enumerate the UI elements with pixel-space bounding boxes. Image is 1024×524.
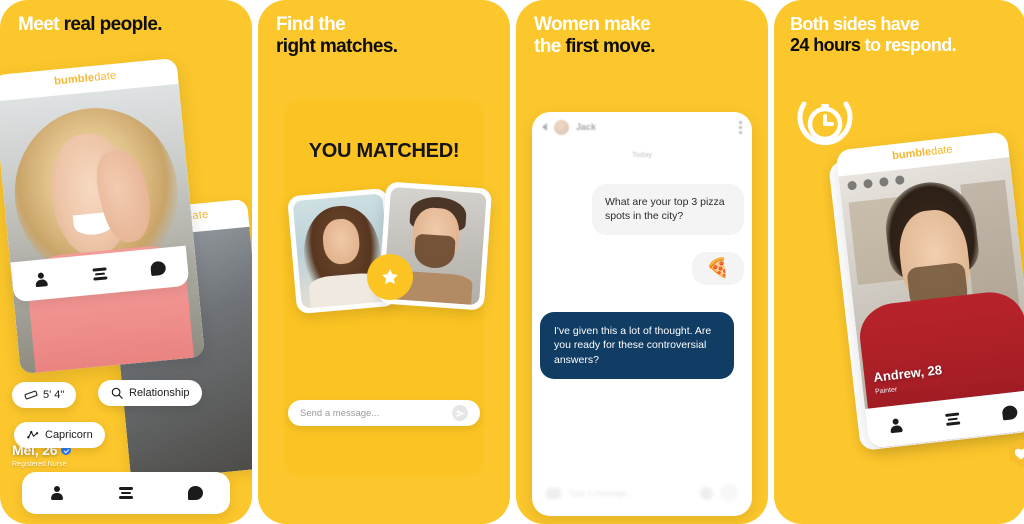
headline-bold-part: 24 hours bbox=[790, 35, 861, 56]
filter-icon[interactable] bbox=[118, 486, 134, 500]
chat-icon[interactable] bbox=[188, 486, 203, 500]
headline-bold-part: right matches. bbox=[276, 36, 398, 58]
avatar bbox=[554, 119, 569, 135]
camera-icon[interactable] bbox=[546, 487, 561, 499]
profile-card-front[interactable]: bumbledate Andrew, 28 Painter bbox=[835, 131, 1024, 449]
profile-occupation: Registered Nurse bbox=[12, 461, 67, 468]
zodiac-icon bbox=[27, 430, 39, 439]
panel3-headline: Women make the first move. bbox=[534, 14, 758, 58]
app-store-screenshot-gallery: Meet real people. bumbledate bumbledate bbox=[0, 0, 1024, 524]
panel-both-sides-24-hours: Both sides have 24 hours to respond. bum… bbox=[774, 0, 1024, 524]
headline-light-part: Both sides have bbox=[790, 14, 920, 34]
chat-input-bar[interactable]: Type a message... bbox=[538, 480, 746, 506]
search-icon bbox=[111, 387, 123, 399]
chip-relationship[interactable]: Relationship bbox=[98, 380, 202, 406]
ruler-icon bbox=[24, 390, 38, 400]
headline-light-part-2: the bbox=[534, 36, 566, 58]
chat-header: Jack bbox=[532, 112, 752, 142]
send-icon[interactable] bbox=[452, 405, 468, 421]
chat-screen: Jack Today What are your top 3 pizza spo… bbox=[532, 112, 752, 516]
chat-day-label: Today bbox=[631, 150, 652, 159]
person-icon[interactable] bbox=[49, 485, 64, 501]
filter-icon[interactable] bbox=[944, 411, 961, 427]
profile-photo bbox=[0, 83, 205, 375]
person-icon[interactable] bbox=[887, 417, 904, 434]
panel-meet-real-people: Meet real people. bumbledate bumbledate bbox=[0, 0, 252, 524]
you-matched-title: YOU MATCHED! bbox=[308, 140, 460, 162]
chat-icon[interactable] bbox=[1001, 404, 1019, 421]
panel4-headline: Both sides have 24 hours to respond. bbox=[790, 14, 1016, 56]
chevron-left-icon[interactable] bbox=[542, 123, 547, 131]
chip-relationship-label: Relationship bbox=[129, 387, 190, 399]
panel1-headline: Meet real people. bbox=[18, 14, 242, 36]
headline-bold-part: real people. bbox=[63, 14, 163, 35]
headline-light-tail: to respond. bbox=[860, 35, 957, 56]
headline-bold-part: first move. bbox=[565, 36, 655, 58]
headline-light-part: Find the bbox=[276, 14, 346, 35]
chat-message-input[interactable]: Type a message... bbox=[568, 489, 693, 498]
chip-zodiac-label: Capricorn bbox=[45, 429, 93, 441]
headline-light-part: Meet bbox=[18, 14, 64, 35]
heart-hex-icon[interactable] bbox=[1006, 438, 1024, 468]
send-message-input[interactable]: Send a message... bbox=[300, 408, 452, 419]
emoji-icon[interactable] bbox=[700, 486, 713, 500]
app-bottom-nav[interactable] bbox=[22, 472, 230, 514]
panel-women-make-first-move: Women make the first move. Jack Today Wh… bbox=[516, 0, 768, 524]
person-icon[interactable] bbox=[33, 271, 49, 287]
chip-height-label: 5' 4" bbox=[43, 389, 65, 401]
chat-bubble-outgoing: I've given this a lot of thought. Are yo… bbox=[540, 312, 734, 380]
chip-zodiac[interactable]: Capricorn bbox=[14, 422, 105, 448]
filter-icon[interactable] bbox=[91, 266, 108, 281]
chip-height[interactable]: 5' 4" bbox=[12, 382, 77, 408]
send-message-bar[interactable]: Send a message... bbox=[288, 400, 480, 426]
voice-icon[interactable] bbox=[720, 484, 738, 502]
chat-icon[interactable] bbox=[150, 260, 167, 277]
panel-find-right-matches: Find the right matches. YOU MATCHED! Sen… bbox=[258, 0, 510, 524]
panel2-headline: Find the right matches. bbox=[276, 14, 500, 58]
profile-card-front[interactable]: bumbledate bbox=[0, 57, 205, 375]
stopwatch-icon bbox=[792, 88, 858, 154]
chat-bubble-emoji: 🍕 bbox=[692, 252, 744, 285]
star-icon bbox=[371, 258, 409, 296]
chat-contact-name: Jack bbox=[576, 122, 597, 132]
chat-bubble-incoming: What are your top 3 pizza spots in the c… bbox=[592, 184, 744, 235]
more-vertical-icon[interactable] bbox=[739, 120, 742, 134]
headline-light-part: Women make bbox=[534, 14, 651, 35]
